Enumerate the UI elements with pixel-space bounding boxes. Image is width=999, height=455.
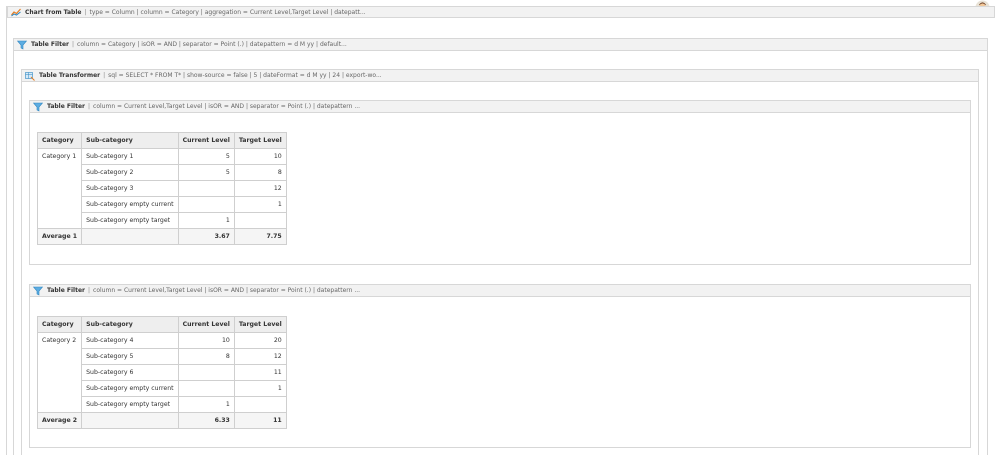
sub-category-cell: Sub-category empty target	[81, 396, 179, 413]
transformer-title: Table Transformer	[39, 72, 101, 79]
sub-category-cell: Sub-category 1	[81, 148, 179, 165]
data-table-2: Category Sub-category Current Level Targ…	[36, 316, 287, 429]
current-level-cell	[177, 180, 235, 197]
target-level-cell: 1	[233, 196, 287, 213]
target-level-cell: 20	[233, 332, 287, 349]
average-row: Average 1 3.67 7.75	[36, 228, 287, 245]
table-header-row: Category Sub-category Current Level Targ…	[36, 132, 287, 149]
filter-1-header[interactable]: Table Filter | column = Current Level,Ta…	[30, 101, 970, 113]
transformer-params: sql = SELECT * FROM T* | show-source = f…	[108, 72, 382, 79]
filter-1-params: column = Current Level,Target Level | is…	[93, 103, 361, 110]
column-header-sub-category[interactable]: Sub-category	[81, 132, 179, 149]
separator: |	[88, 103, 91, 110]
filter-2-header[interactable]: Table Filter | column = Current Level,Ta…	[30, 285, 970, 297]
target-level-cell: 8	[233, 164, 287, 181]
target-level-cell	[233, 212, 287, 229]
average-target-level: 11	[233, 412, 287, 429]
filter-2-title: Table Filter	[47, 287, 85, 294]
current-level-cell	[177, 196, 235, 213]
target-level-cell: 10	[233, 148, 287, 165]
sub-category-cell: Sub-category empty current	[81, 196, 179, 213]
sub-category-cell: Sub-category 6	[81, 364, 179, 381]
column-header-sub-category[interactable]: Sub-category	[81, 316, 179, 333]
column-header-target-level[interactable]: Target Level	[233, 316, 287, 333]
data-table-1: Category Sub-category Current Level Targ…	[36, 132, 287, 245]
current-level-cell: 5	[177, 164, 235, 181]
chart-macro-header[interactable]: Chart from Table | type = Column | colum…	[7, 6, 995, 18]
table-row: Category 1 Sub-category 1 5 10	[36, 148, 287, 229]
line-chart-icon	[11, 8, 21, 17]
column-header-category[interactable]: Category	[36, 316, 83, 333]
filter-1-title: Table Filter	[47, 103, 85, 110]
target-level-cell	[233, 396, 287, 413]
sub-category-cell: Sub-category empty target	[81, 212, 179, 229]
current-level-cell: 1	[177, 212, 235, 229]
chart-macro-title: Chart from Table	[25, 8, 82, 16]
separator: |	[84, 8, 87, 16]
transformer-header[interactable]: Table Transformer | sql = SELECT * FROM …	[22, 70, 978, 82]
current-level-cell	[177, 364, 235, 381]
table-row: Category 2 Sub-category 4 10 20	[36, 332, 287, 413]
sub-category-cell: Sub-category 4	[81, 332, 179, 349]
separator: |	[72, 41, 75, 48]
funnel-icon	[33, 286, 43, 295]
target-level-cell: 12	[233, 348, 287, 365]
current-level-cell	[177, 380, 235, 397]
outer-filter-header[interactable]: Table Filter | column = Category | isOR …	[14, 39, 987, 51]
current-level-cell: 10	[177, 332, 235, 349]
average-empty-cell	[81, 412, 179, 429]
chart-macro-params: type = Column | column = Category | aggr…	[89, 8, 366, 16]
current-level-cell: 5	[177, 148, 235, 165]
table-header-row: Category Sub-category Current Level Targ…	[36, 316, 287, 333]
sub-category-cell: Sub-category 3	[81, 180, 179, 197]
column-header-category[interactable]: Category	[36, 132, 83, 149]
target-level-cell: 1	[233, 380, 287, 397]
category-cell: Category 1	[36, 148, 83, 229]
column-header-current-level[interactable]: Current Level	[177, 316, 235, 333]
table-filter-macro-2: Table Filter | column = Current Level,Ta…	[29, 284, 971, 448]
average-current-level: 3.67	[177, 228, 235, 245]
outer-filter-title: Table Filter	[31, 41, 69, 48]
outer-filter-params: column = Category | isOR = AND | separat…	[77, 41, 347, 48]
table-transform-icon	[25, 71, 35, 81]
funnel-icon	[33, 102, 43, 111]
current-level-cell: 1	[177, 396, 235, 413]
average-target-level: 7.75	[233, 228, 287, 245]
separator: |	[88, 287, 91, 294]
category-cell: Category 2	[36, 332, 83, 413]
target-level-cell: 11	[233, 364, 287, 381]
average-empty-cell	[81, 228, 179, 245]
target-level-cell: 12	[233, 180, 287, 197]
column-header-current-level[interactable]: Current Level	[177, 132, 235, 149]
average-label: Average 2	[36, 412, 83, 429]
sub-category-cell: Sub-category 2	[81, 164, 179, 181]
average-label: Average 1	[36, 228, 83, 245]
sub-category-cell: Sub-category empty current	[81, 380, 179, 397]
table-filter-macro-1: Table Filter | column = Current Level,Ta…	[29, 100, 971, 265]
current-level-cell: 8	[177, 348, 235, 365]
average-current-level: 6.33	[177, 412, 235, 429]
column-header-target-level[interactable]: Target Level	[233, 132, 287, 149]
filter-2-params: column = Current Level,Target Level | is…	[93, 287, 361, 294]
average-row: Average 2 6.33 11	[36, 412, 287, 429]
funnel-icon	[17, 40, 27, 49]
sub-category-cell: Sub-category 5	[81, 348, 179, 365]
separator: |	[103, 72, 106, 79]
